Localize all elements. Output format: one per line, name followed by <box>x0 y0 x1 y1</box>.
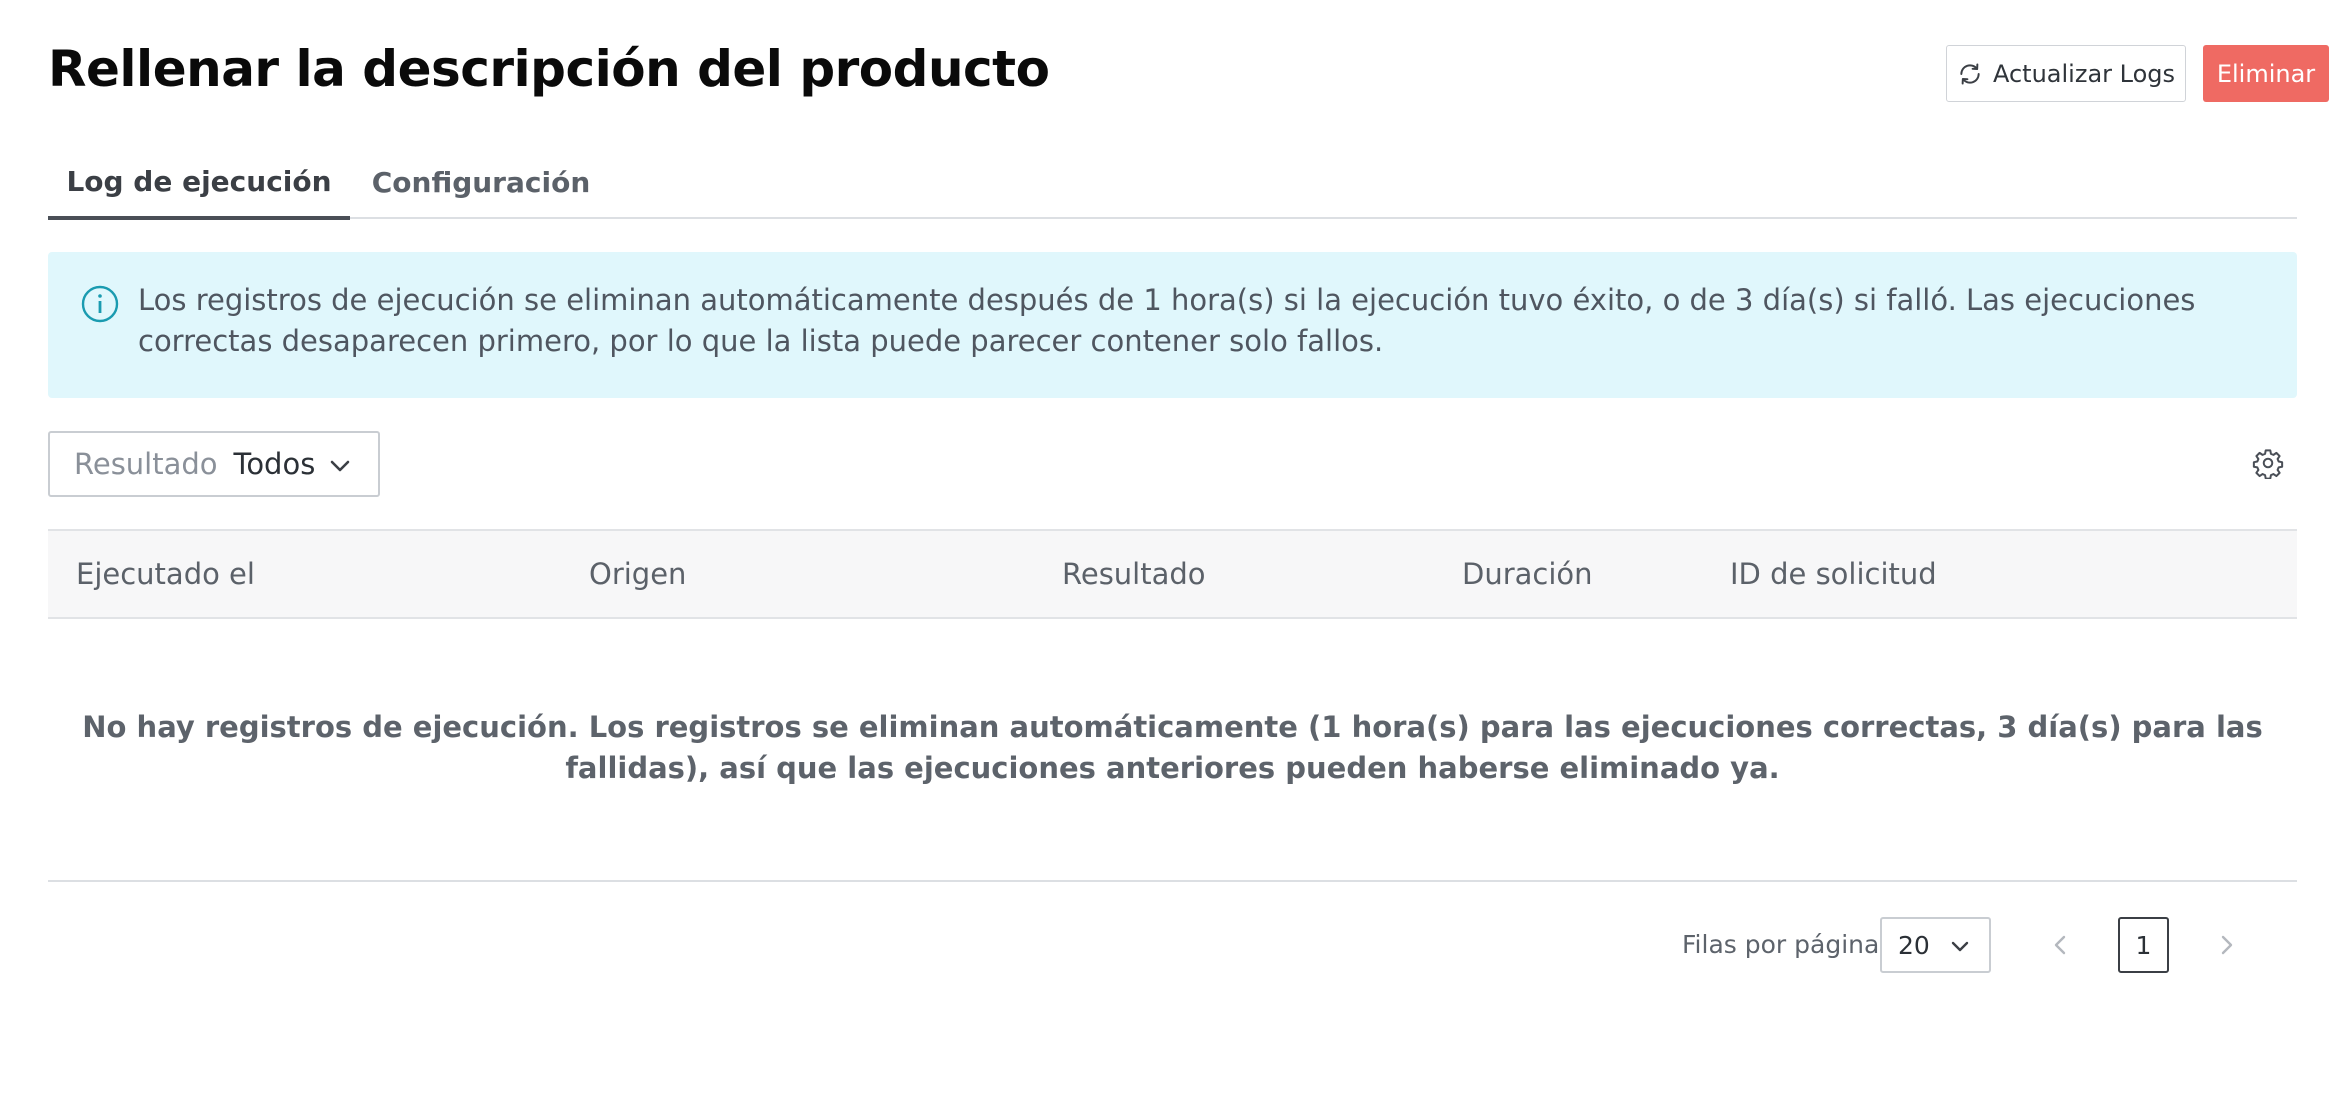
rows-per-page-select[interactable]: 20 <box>1880 917 1991 973</box>
column-header-origin[interactable]: Origen <box>589 531 686 617</box>
result-filter-label: Resultado <box>74 447 218 481</box>
refresh-logs-button[interactable]: Actualizar Logs <box>1946 45 2186 102</box>
result-filter-value: Todos <box>233 447 316 481</box>
page-number-button[interactable]: 1 <box>2118 917 2169 973</box>
info-icon <box>81 285 119 323</box>
column-header-duration[interactable]: Duración <box>1462 531 1593 617</box>
table-header: Ejecutado el Origen Resultado Duración I… <box>48 529 2297 619</box>
page: Rellenar la descripción del producto Act… <box>0 0 2336 1120</box>
gear-icon[interactable] <box>2252 447 2284 479</box>
tab-execution-log[interactable]: Log de ejecución <box>48 146 350 220</box>
tab-configuration[interactable]: Configuración <box>366 146 596 219</box>
refresh-icon <box>1960 62 1980 85</box>
page-title: Rellenar la descripción del producto <box>48 40 1050 98</box>
chevron-right-icon[interactable] <box>2213 930 2241 960</box>
info-text: Los registros de ejecución se eliminan a… <box>138 283 2196 358</box>
column-header-executed-at[interactable]: Ejecutado el <box>76 531 255 617</box>
info-banner: Los registros de ejecución se eliminan a… <box>48 252 2297 398</box>
chevron-left-icon[interactable] <box>2046 930 2074 960</box>
divider <box>48 880 2297 882</box>
empty-state-message: No hay registros de ejecución. Los regis… <box>82 710 2263 785</box>
column-header-request-id[interactable]: ID de solicitud <box>1730 531 1937 617</box>
rows-per-page-value: 20 <box>1898 930 1930 960</box>
delete-button[interactable]: Eliminar <box>2203 45 2329 102</box>
refresh-logs-label: Actualizar Logs <box>1992 59 2176 88</box>
tab-bar: Log de ejecución Configuración <box>48 146 2297 220</box>
column-header-result[interactable]: Resultado <box>1062 531 1206 617</box>
chevron-down-icon <box>1951 941 1969 952</box>
result-filter-select[interactable]: Resultado Todos <box>48 431 380 497</box>
rows-per-page-label: Filas por página <box>1682 929 1880 959</box>
chevron-down-icon <box>330 460 350 472</box>
